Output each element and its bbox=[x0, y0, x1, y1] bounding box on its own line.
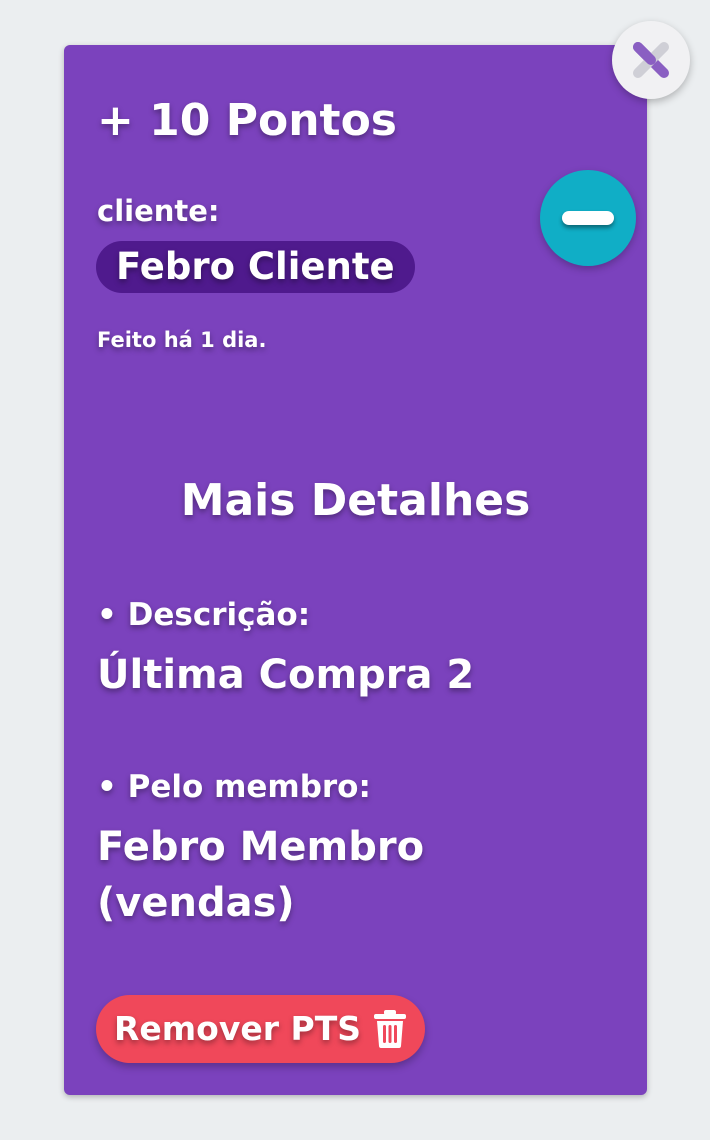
trash-icon bbox=[373, 1010, 406, 1048]
points-card: + 10 Pontos cliente: Febro Cliente Feito… bbox=[64, 45, 647, 1095]
remove-points-button[interactable]: Remover PTS bbox=[96, 995, 425, 1063]
minus-button[interactable] bbox=[540, 170, 636, 266]
description-value: Última Compra 2 bbox=[97, 652, 475, 698]
page: + 10 Pontos cliente: Febro Cliente Feito… bbox=[0, 0, 710, 1140]
remove-points-label: Remover PTS bbox=[114, 1009, 361, 1048]
member-value: Febro Membro (vendas) bbox=[97, 824, 425, 926]
details-title: Mais Detalhes bbox=[180, 475, 531, 526]
time-ago-text: Feito há 1 dia. bbox=[97, 328, 267, 352]
close-icon bbox=[633, 42, 669, 78]
minus-icon bbox=[562, 211, 614, 225]
member-label: • Pelo membro: bbox=[97, 769, 371, 805]
points-title: + 10 Pontos bbox=[97, 95, 397, 146]
client-name-badge: Febro Cliente bbox=[96, 241, 415, 293]
close-button[interactable] bbox=[612, 21, 690, 99]
description-label: • Descrição: bbox=[97, 597, 311, 633]
client-label: cliente: bbox=[97, 194, 220, 228]
